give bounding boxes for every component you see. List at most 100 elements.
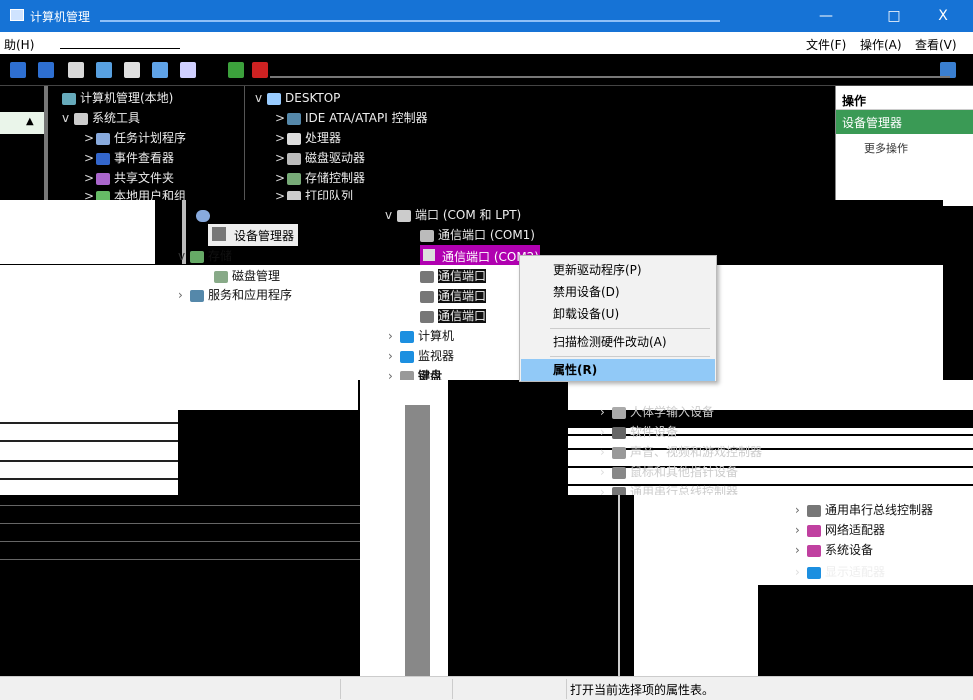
device-category-computer[interactable]: › 计算机: [388, 326, 454, 346]
device-category-label: 声音、视频和游戏控制器: [630, 445, 763, 459]
device-com-port[interactable]: 通信端口: [420, 286, 487, 306]
device-category-usb-controller[interactable]: › 通用串行总线控制器: [795, 500, 933, 520]
chevron-right-icon[interactable]: ›: [600, 402, 612, 422]
chevron-right-icon[interactable]: ›: [795, 500, 807, 520]
tree-item-disk-management[interactable]: 磁盘管理: [214, 266, 280, 286]
device-category-label: 端口 (COM 和 LPT): [415, 208, 522, 222]
chevron-right-icon[interactable]: >: [275, 108, 287, 128]
device-root-label: DESKTOP: [285, 91, 341, 105]
menu-underline: [60, 48, 180, 49]
network-adapter-icon: [807, 524, 821, 537]
update-driver-icon[interactable]: [228, 62, 244, 78]
device-category-mouse[interactable]: › 鼠标和其他指针设备: [600, 462, 738, 482]
chevron-right-icon[interactable]: >: [275, 128, 287, 148]
tree-item-storage[interactable]: v 存储: [178, 246, 232, 266]
device-com-port[interactable]: 通信端口: [420, 306, 487, 326]
chevron-right-icon[interactable]: ›: [600, 422, 612, 442]
chevron-right-icon[interactable]: ›: [600, 442, 612, 462]
back-icon[interactable]: [10, 62, 26, 78]
chevron-down-icon[interactable]: v: [62, 108, 74, 128]
device-category-display[interactable]: › 显示适配器: [795, 562, 885, 582]
device-category[interactable]: > 存储控制器: [275, 168, 365, 188]
storage-icon: [190, 250, 204, 263]
tree-item-root[interactable]: 计算机管理(本地): [62, 88, 173, 108]
maximize-button[interactable]: □: [876, 4, 912, 28]
lower-black-area: [0, 495, 550, 675]
processor-icon: [287, 132, 301, 145]
show-hide-tree-icon[interactable]: [96, 62, 112, 78]
monitor-icon[interactable]: [180, 62, 196, 78]
tree-item-task-scheduler[interactable]: > 任务计划程序: [84, 128, 186, 148]
lower-right-black: [448, 405, 573, 495]
software-icon: [612, 426, 626, 439]
device-category[interactable]: > 处理器: [275, 128, 341, 148]
actions-panel: 操作 设备管理器 更多操作: [835, 86, 973, 206]
properties-icon[interactable]: [124, 62, 140, 78]
chevron-right-icon[interactable]: ›: [795, 562, 807, 582]
context-menu: 更新驱动程序(P) 禁用设备(D) 卸载设备(U) 扫描检测硬件改动(A) 属性…: [519, 255, 717, 382]
menu-item-properties[interactable]: 属性(R): [521, 359, 715, 381]
device-category[interactable]: > IDE ATA/ATAPI 控制器: [275, 108, 428, 128]
device-category-system[interactable]: › 系统设备: [795, 540, 873, 560]
scroll-up-area[interactable]: ▲: [0, 112, 44, 134]
chevron-down-icon[interactable]: v: [385, 205, 397, 225]
uninstall-icon[interactable]: [252, 62, 268, 78]
chevron-right-icon[interactable]: ›: [600, 462, 612, 482]
overlay-tree-item[interactable]: [196, 205, 214, 225]
device-category-monitor[interactable]: › 监视器: [388, 346, 454, 366]
display-adapter-icon: [807, 566, 821, 579]
chevron-right-icon[interactable]: ›: [388, 346, 400, 366]
chevron-right-icon[interactable]: ›: [178, 285, 190, 305]
chevron-right-icon[interactable]: ›: [388, 326, 400, 346]
port-icon: [420, 310, 434, 323]
tree-item-shared-folders[interactable]: > 共享文件夹: [84, 168, 174, 188]
device-manager-icon: [212, 227, 226, 241]
monitor-icon: [400, 350, 414, 363]
device-category-network[interactable]: › 网络适配器: [795, 520, 885, 540]
chevron-right-icon[interactable]: >: [84, 128, 96, 148]
menu-help[interactable]: 助(H): [4, 36, 34, 53]
tree-item-device-manager[interactable]: 设备管理器: [208, 224, 298, 246]
tree-scrollbar[interactable]: [44, 86, 48, 206]
lower-device-black: [568, 495, 758, 680]
device-category-hid[interactable]: › 人体学输入设备: [600, 402, 714, 422]
up-icon[interactable]: [68, 62, 84, 78]
menu-file[interactable]: 文件(F): [806, 36, 846, 53]
device-category-software[interactable]: › 软件设备: [600, 422, 678, 442]
device-category-ports[interactable]: v 端口 (COM 和 LPT): [385, 205, 521, 225]
device-category[interactable]: > 磁盘驱动器: [275, 148, 365, 168]
device-category-sound[interactable]: › 声音、视频和游戏控制器: [600, 442, 762, 462]
chevron-right-icon[interactable]: >: [275, 148, 287, 168]
chevron-down-icon[interactable]: v: [178, 246, 190, 266]
chevron-right-icon[interactable]: >: [84, 148, 96, 168]
chevron-down-icon[interactable]: v: [255, 88, 267, 108]
port-icon: [420, 270, 434, 283]
stripe: [0, 559, 360, 560]
forward-icon[interactable]: [38, 62, 54, 78]
more-actions-link[interactable]: 更多操作: [864, 140, 908, 156]
menu-view[interactable]: 查看(V): [915, 36, 957, 53]
tree-item-event-viewer[interactable]: > 事件查看器: [84, 148, 174, 168]
chevron-right-icon[interactable]: ›: [795, 520, 807, 540]
chevron-right-icon[interactable]: ›: [795, 540, 807, 560]
actions-section-device-manager[interactable]: 设备管理器: [836, 110, 973, 134]
minimize-button[interactable]: —: [808, 4, 844, 28]
menu-item-disable-device[interactable]: 禁用设备(D): [521, 281, 715, 303]
event-log-icon: [96, 152, 110, 165]
device-com-port[interactable]: 通信端口 (COM1): [420, 225, 535, 245]
close-button[interactable]: X: [925, 4, 961, 28]
menu-item-uninstall-device[interactable]: 卸载设备(U): [521, 303, 715, 325]
tree-item-system-tools[interactable]: v 系统工具: [62, 108, 140, 128]
tree-item-services-apps[interactable]: › 服务和应用程序: [178, 285, 292, 305]
scroll-up-icon[interactable]: ▲: [26, 116, 34, 127]
menu-bar: 助(H) 文件(F) 操作(A) 查看(V): [0, 32, 973, 54]
device-tree-root[interactable]: v DESKTOP: [255, 88, 340, 108]
menu-item-update-driver[interactable]: 更新驱动程序(P): [521, 259, 715, 281]
lower-mid-scroll[interactable]: [405, 405, 430, 680]
chevron-right-icon[interactable]: >: [84, 168, 96, 188]
device-com-port[interactable]: 通信端口: [420, 266, 487, 286]
help-icon[interactable]: [152, 62, 168, 78]
menu-action[interactable]: 操作(A): [860, 36, 902, 53]
menu-item-scan-hardware[interactable]: 扫描检测硬件改动(A): [521, 331, 715, 353]
chevron-right-icon[interactable]: >: [275, 168, 287, 188]
